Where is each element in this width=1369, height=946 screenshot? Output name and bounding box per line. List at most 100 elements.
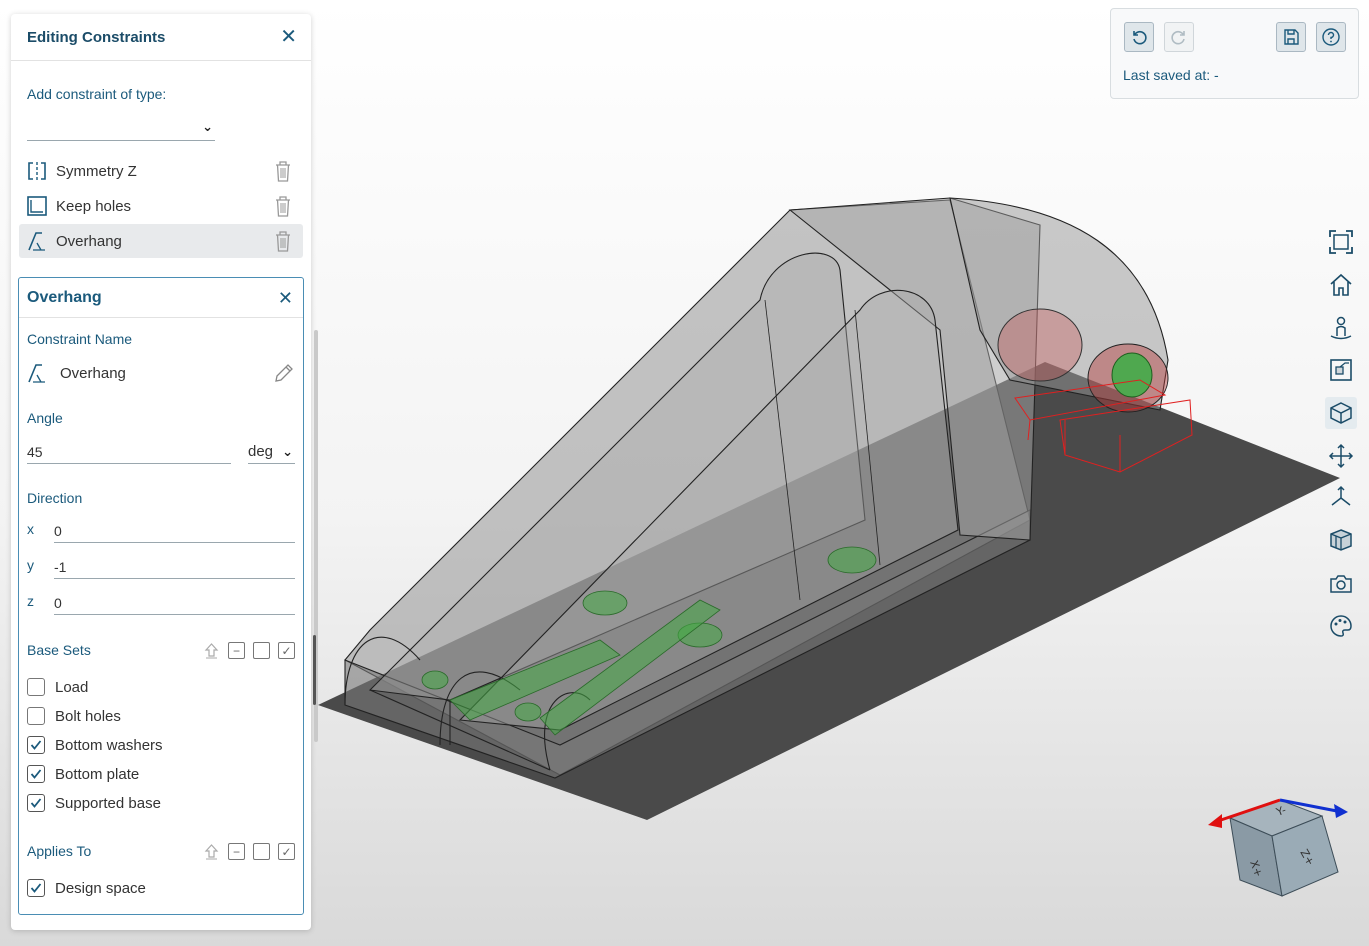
checkbox[interactable] bbox=[27, 678, 45, 696]
save-button[interactable] bbox=[1276, 22, 1306, 52]
constraint-detail-card: Overhang ✕ Constraint Name Overhang Angl… bbox=[18, 277, 304, 915]
solid-view-button[interactable] bbox=[1325, 397, 1357, 429]
applies-to-label: Applies To bbox=[27, 843, 92, 859]
applies-to-tools: − ✓ bbox=[203, 843, 295, 860]
palette-icon bbox=[1330, 615, 1352, 637]
checkbox-checked[interactable] bbox=[27, 879, 45, 897]
base-set-label: Bolt holes bbox=[55, 707, 121, 725]
axes-icon bbox=[1331, 485, 1351, 506]
fit-view-button[interactable] bbox=[1325, 226, 1357, 258]
base-set-bolt-holes[interactable]: Bolt holes bbox=[27, 706, 121, 726]
section-view-button[interactable] bbox=[1325, 354, 1357, 386]
overhang-icon bbox=[28, 364, 45, 383]
constraint-label: Overhang bbox=[56, 232, 122, 250]
trash-icon[interactable] bbox=[273, 160, 293, 182]
checkbox-checked[interactable] bbox=[27, 794, 45, 812]
constraint-label: Keep holes bbox=[56, 197, 132, 215]
axes-button[interactable] bbox=[1325, 481, 1357, 513]
keep-holes-icon bbox=[27, 196, 47, 216]
detail-header: Overhang ✕ bbox=[19, 278, 303, 318]
direction-z-label: z bbox=[27, 593, 34, 609]
color-settings-button[interactable] bbox=[1325, 610, 1357, 642]
constraint-item-keep-holes[interactable]: Keep holes bbox=[19, 189, 303, 223]
chevron-down-icon: ⌄ bbox=[202, 119, 213, 134]
person-view-icon bbox=[1330, 316, 1352, 340]
direction-x-label: x bbox=[27, 521, 34, 537]
upload-icon[interactable] bbox=[203, 843, 220, 860]
base-sets-tools: − ✓ bbox=[203, 642, 295, 659]
transparency-button[interactable] bbox=[1325, 524, 1357, 556]
overhang-icon bbox=[28, 232, 45, 251]
last-saved-text: Last saved at: - bbox=[1123, 67, 1219, 83]
constraint-item-symmetry[interactable]: Symmetry Z bbox=[19, 154, 303, 188]
camera-icon bbox=[1330, 575, 1352, 593]
trash-icon[interactable] bbox=[273, 195, 293, 217]
redo-icon bbox=[1171, 30, 1185, 45]
trash-icon[interactable] bbox=[273, 230, 293, 252]
view-cube[interactable]: Y- X+ Z+ bbox=[1200, 780, 1360, 905]
direction-y-value: -1 bbox=[54, 558, 67, 575]
angle-label: Angle bbox=[27, 410, 63, 426]
direction-label: Direction bbox=[27, 490, 83, 506]
undo-icon bbox=[1133, 30, 1147, 45]
base-set-load[interactable]: Load bbox=[27, 677, 88, 697]
close-detail-icon[interactable]: ✕ bbox=[278, 289, 293, 307]
pan-button[interactable] bbox=[1325, 440, 1357, 472]
angle-input[interactable]: 45 bbox=[27, 440, 231, 464]
checkbox[interactable] bbox=[27, 707, 45, 725]
direction-z-value: 0 bbox=[54, 594, 62, 611]
home-icon bbox=[1330, 273, 1352, 296]
constraint-name-value: Overhang bbox=[60, 364, 126, 382]
applies-to-design-space[interactable]: Design space bbox=[27, 878, 146, 898]
panel-title: Editing Constraints bbox=[27, 28, 166, 46]
panel-scrollbar[interactable] bbox=[313, 330, 318, 742]
base-set-bottom-plate[interactable]: Bottom plate bbox=[27, 764, 139, 784]
base-set-label: Bottom plate bbox=[55, 765, 140, 783]
move-icon bbox=[1328, 443, 1354, 469]
constraint-name-label: Constraint Name bbox=[27, 331, 133, 347]
close-panel-icon[interactable]: ✕ bbox=[280, 27, 297, 47]
direction-y-input[interactable]: -1 bbox=[54, 555, 295, 579]
undo-button[interactable] bbox=[1124, 22, 1154, 52]
cube-icon bbox=[1330, 402, 1352, 424]
edit-pencil-icon[interactable] bbox=[273, 362, 295, 384]
deselect-all-icon[interactable]: − bbox=[228, 843, 245, 860]
symmetry-icon bbox=[28, 162, 46, 180]
upload-icon[interactable] bbox=[203, 642, 220, 659]
uncheck-all-icon[interactable] bbox=[253, 642, 270, 659]
fit-view-icon bbox=[1329, 230, 1353, 254]
checkbox-checked[interactable] bbox=[27, 736, 45, 754]
angle-unit-select[interactable]: deg ⌄ bbox=[248, 440, 295, 464]
bottom-view-button[interactable] bbox=[1325, 312, 1357, 344]
direction-z-input[interactable]: 0 bbox=[54, 591, 295, 615]
help-button[interactable] bbox=[1316, 22, 1346, 52]
direction-x-input[interactable]: 0 bbox=[54, 519, 295, 543]
uncheck-all-icon[interactable] bbox=[253, 843, 270, 860]
base-set-supported-base[interactable]: Supported base bbox=[27, 793, 161, 813]
check-all-icon[interactable]: ✓ bbox=[278, 843, 295, 860]
help-icon bbox=[1322, 28, 1340, 46]
constraints-panel: Editing Constraints ✕ Add constraint of … bbox=[11, 14, 311, 930]
constraint-item-overhang[interactable]: Overhang bbox=[19, 224, 303, 258]
constraint-type-select[interactable]: ⌄ bbox=[27, 114, 215, 141]
direction-y-label: y bbox=[27, 557, 34, 573]
base-set-label: Load bbox=[55, 678, 89, 696]
chevron-down-icon: ⌄ bbox=[282, 443, 293, 459]
add-constraint-label: Add constraint of type: bbox=[27, 86, 167, 102]
check-all-icon[interactable]: ✓ bbox=[278, 642, 295, 659]
applies-to-label-item: Design space bbox=[55, 879, 146, 897]
transparent-cube-icon bbox=[1330, 529, 1352, 551]
save-panel: Last saved at: - bbox=[1110, 8, 1359, 99]
base-set-bottom-washers[interactable]: Bottom washers bbox=[27, 735, 163, 755]
constraint-name-row: Overhang bbox=[27, 362, 295, 384]
angle-unit-value: deg bbox=[248, 443, 274, 460]
redo-button[interactable] bbox=[1164, 22, 1194, 52]
screenshot-button[interactable] bbox=[1325, 568, 1357, 600]
angle-value: 45 bbox=[27, 443, 43, 460]
checkbox-checked[interactable] bbox=[27, 765, 45, 783]
panel-header: Editing Constraints ✕ bbox=[11, 14, 311, 61]
direction-x-value: 0 bbox=[54, 522, 62, 539]
home-view-button[interactable] bbox=[1325, 269, 1357, 301]
deselect-all-icon[interactable]: − bbox=[228, 642, 245, 659]
base-set-label: Bottom washers bbox=[55, 736, 163, 754]
